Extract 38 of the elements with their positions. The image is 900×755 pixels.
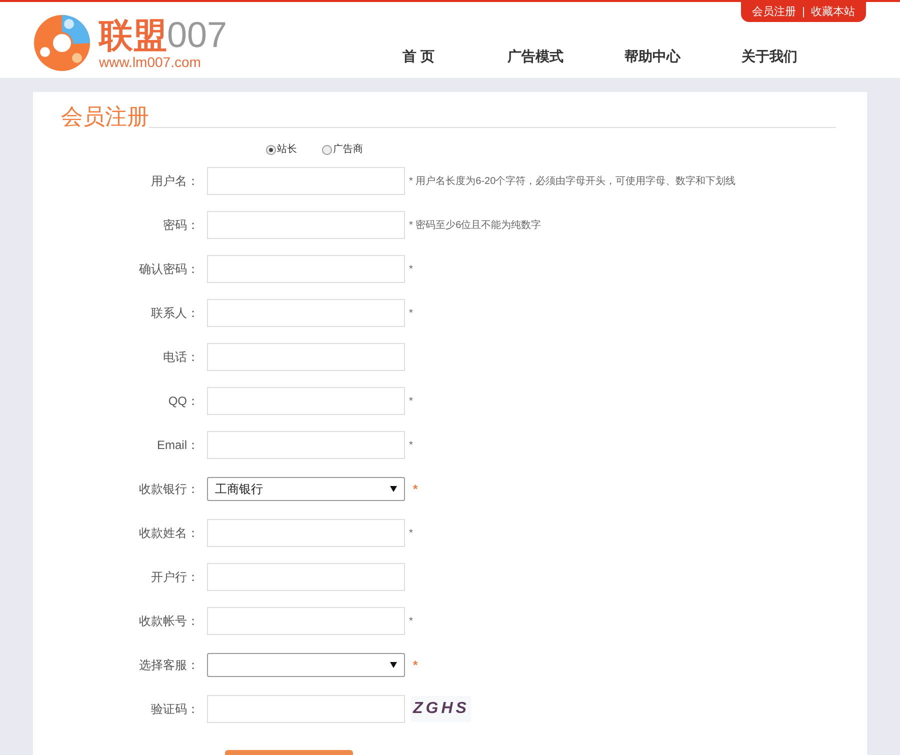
field-label: 确认密码：	[138, 261, 200, 278]
captcha-image[interactable]: ZGHS	[411, 696, 472, 722]
field-hint: * 用户名长度为6-20个字符，必须由字母开头，可使用字母、数字和下划线	[409, 174, 736, 188]
field-label: 选择客服：	[138, 657, 200, 674]
logo-url: www.lm007.com	[99, 55, 202, 69]
nav-link[interactable]: 广告模式	[477, 46, 594, 67]
nav-link[interactable]: 首 页	[360, 46, 477, 67]
nav-link[interactable]: 帮助中心	[594, 46, 711, 67]
field-label: 密码：	[162, 217, 200, 234]
field-label: 用户名：	[150, 173, 200, 190]
field-label: 收款银行：	[138, 481, 200, 498]
dropdown[interactable]: 工商银行	[207, 477, 405, 501]
required-mark: *	[413, 657, 418, 674]
field-label: Email：	[156, 437, 200, 454]
field-label: 开户行：	[150, 569, 200, 586]
required-mark: *	[409, 614, 413, 628]
field-hint: * 密码至少6位且不能为纯数字	[409, 218, 542, 232]
radio-option[interactable]: 站长	[266, 142, 297, 157]
logo-number: 007	[167, 17, 228, 53]
required-mark: *	[409, 526, 413, 540]
field-label: 联系人：	[150, 305, 200, 322]
field-label: 验证码：	[150, 701, 200, 718]
logo-text: 联盟	[99, 19, 167, 53]
required-mark: *	[409, 394, 413, 408]
required-mark: *	[409, 306, 413, 320]
field-label: 收款帐号：	[138, 613, 200, 630]
required-mark: *	[409, 262, 413, 276]
page-title: 会员注册	[61, 106, 149, 128]
field-label: QQ：	[167, 393, 200, 410]
top-link[interactable]: 收藏本站	[810, 4, 855, 20]
top-link[interactable]: 会员注册	[752, 4, 796, 20]
radio-option[interactable]: 广告商	[322, 142, 363, 157]
nav-link[interactable]: 关于我们	[711, 46, 828, 67]
separator: |	[802, 4, 805, 20]
required-mark: *	[409, 438, 413, 452]
field-label: 电话：	[162, 349, 200, 366]
required-mark: *	[413, 481, 418, 498]
field-label: 收款姓名：	[138, 525, 200, 542]
